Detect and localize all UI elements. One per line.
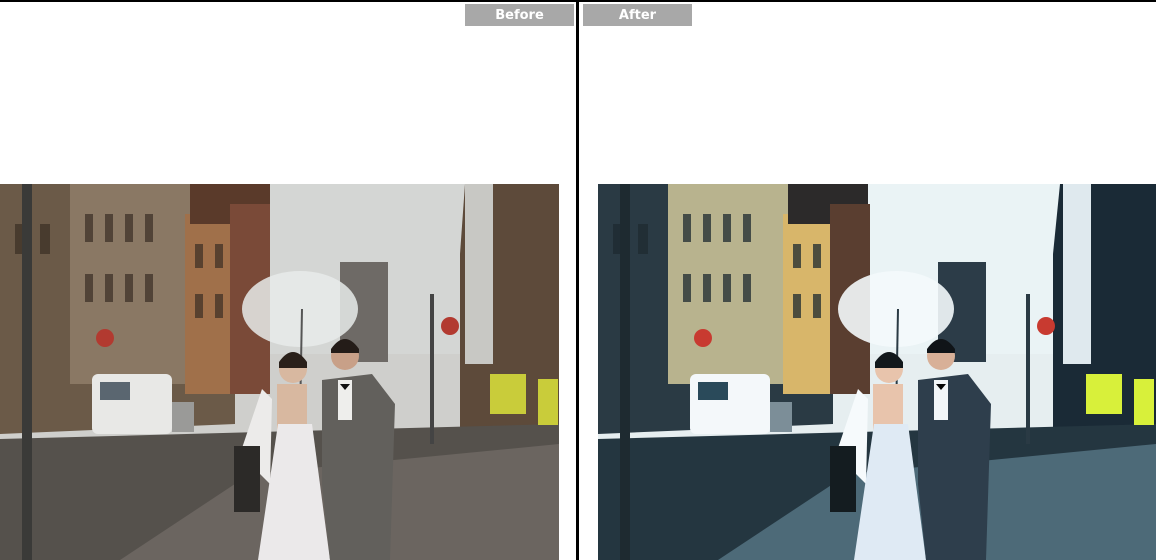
before-photo	[0, 184, 559, 560]
after-label: After	[583, 4, 692, 26]
comparison-divider	[576, 0, 579, 560]
after-photo-image	[598, 184, 1156, 560]
before-photo-image	[0, 184, 559, 560]
before-label: Before	[465, 4, 574, 26]
after-photo	[598, 184, 1156, 560]
